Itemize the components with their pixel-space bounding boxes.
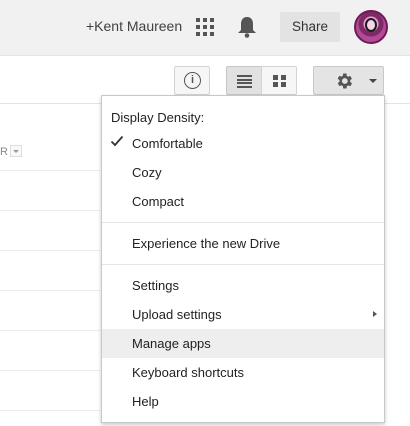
menu-item-label: Upload settings: [132, 307, 222, 322]
caret-down-icon: [369, 79, 377, 83]
menu-item-label: Keyboard shortcuts: [132, 365, 245, 380]
menu-item-label: Experience the new Drive: [132, 236, 281, 251]
list-row: [0, 211, 100, 251]
avatar[interactable]: [354, 10, 388, 44]
density-comfortable[interactable]: Comfortable: [102, 129, 384, 158]
avatar-face: [365, 18, 377, 32]
list-row: [0, 171, 100, 211]
menu-item-help[interactable]: Help: [102, 387, 384, 416]
apps-grid-icon[interactable]: [196, 18, 214, 36]
menu-item-label: Comfortable: [132, 136, 203, 151]
experience-new-drive[interactable]: Experience the new Drive: [102, 229, 384, 258]
density-heading: Display Density:: [111, 110, 205, 125]
bell-icon[interactable]: [236, 15, 258, 39]
check-icon: [110, 135, 124, 147]
menu-item-manage-apps[interactable]: Manage apps: [102, 329, 384, 358]
menu-item-settings[interactable]: Settings: [102, 271, 384, 300]
list-view-icon: [237, 75, 252, 89]
user-profile-link[interactable]: +Kent Maureen: [86, 18, 182, 34]
list-view-button[interactable]: [226, 66, 262, 95]
density-cozy[interactable]: Cozy: [102, 158, 384, 187]
menu-divider: [102, 264, 384, 265]
menu-item-upload-settings[interactable]: Upload settings: [102, 300, 384, 329]
menu-divider: [102, 222, 384, 223]
menu-item-label: Compact: [132, 194, 185, 209]
share-button[interactable]: Share: [280, 12, 340, 42]
column-header-fragment: R: [0, 146, 8, 158]
submenu-arrow-icon: [373, 311, 377, 317]
menu-item-label: Help: [132, 394, 159, 409]
list-row: [0, 331, 100, 371]
menu-item-label: Cozy: [132, 165, 162, 180]
density-compact[interactable]: Compact: [102, 187, 384, 216]
gear-icon: [337, 73, 352, 89]
info-icon: i: [184, 72, 201, 89]
menu-item-label: Settings: [132, 278, 179, 293]
info-button[interactable]: i: [174, 66, 210, 95]
grid-view-icon: [273, 75, 286, 87]
settings-menu: Display Density: Comfortable Cozy Compac…: [101, 95, 385, 423]
list-row: [0, 251, 100, 291]
list-row: [0, 371, 100, 411]
grid-view-button[interactable]: [261, 66, 297, 95]
top-bar: +Kent Maureen Share: [0, 0, 410, 56]
sort-dropdown-icon[interactable]: [10, 145, 22, 157]
settings-button[interactable]: [313, 66, 384, 95]
list-row: [0, 291, 100, 331]
menu-item-keyboard-shortcuts[interactable]: Keyboard shortcuts: [102, 358, 384, 387]
menu-item-label: Manage apps: [132, 336, 211, 351]
